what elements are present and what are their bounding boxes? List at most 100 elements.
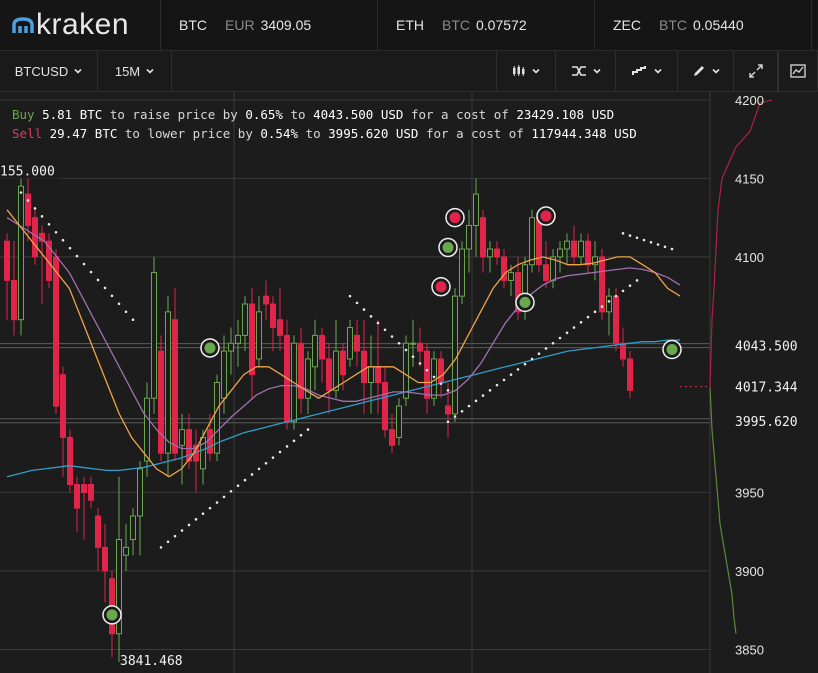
psar-dot xyxy=(103,286,107,290)
candle-body xyxy=(557,248,563,258)
chart-type-dropdown[interactable] xyxy=(496,51,556,91)
pair-dropdown[interactable]: BTCUSD xyxy=(0,51,98,91)
buy-label: Buy xyxy=(12,107,35,122)
candle-body xyxy=(179,429,185,446)
sell-pct: 0.54% xyxy=(260,126,299,141)
ticker-btc[interactable]: BTC EUR 3409.05 xyxy=(160,0,377,50)
chevron-down-icon xyxy=(74,68,82,74)
buy-signal-dot xyxy=(106,609,118,621)
candle-body xyxy=(95,515,101,548)
candle-body xyxy=(298,342,304,399)
psar-dot xyxy=(19,191,23,194)
psar-dot xyxy=(47,222,51,226)
psar-dot xyxy=(54,230,58,234)
price-tick-label: 4200 xyxy=(735,93,764,108)
candle-body xyxy=(172,319,178,454)
candle-body xyxy=(417,342,423,352)
candle-body xyxy=(312,334,318,368)
psar-dot xyxy=(131,318,135,321)
candle-body xyxy=(333,350,339,391)
ticker-eth[interactable]: ETH BTC 0.07572 xyxy=(377,0,594,50)
psar-dot xyxy=(68,246,72,250)
candle-body xyxy=(347,327,353,360)
candle-body xyxy=(151,272,157,399)
price-level-label: 3995.620 xyxy=(735,415,798,430)
psar-dot xyxy=(551,341,555,345)
candle-body xyxy=(242,303,248,336)
candle-body xyxy=(466,224,472,250)
sell-cost-text: for a cost of xyxy=(425,126,524,141)
psar-dot xyxy=(110,294,114,298)
buy-action: to raise price by xyxy=(109,107,238,122)
buy-pct: 0.65% xyxy=(245,107,283,122)
candle-body xyxy=(410,342,416,345)
indicators-dropdown[interactable] xyxy=(556,51,616,91)
psar-dot xyxy=(432,375,436,379)
psar-dot xyxy=(96,278,100,282)
psar-dot xyxy=(194,518,198,521)
interval-label: 15M xyxy=(114,63,141,79)
price-tick-label: 3950 xyxy=(735,485,764,500)
buy-cost: 23429.108 USD xyxy=(516,107,615,122)
psar-dot xyxy=(656,243,660,246)
psar-dot xyxy=(635,279,639,282)
screenshot-button[interactable] xyxy=(778,51,818,91)
candle-body xyxy=(270,303,276,329)
psar-dot xyxy=(614,294,618,298)
candle-body xyxy=(396,405,402,438)
candle-body xyxy=(368,366,374,384)
ticker-quote: BTC xyxy=(659,17,687,33)
candle-body xyxy=(88,484,94,501)
chart-canvas[interactable]: 4200 4150 4100 3950 3900 3850 4043.500 4017.344… xyxy=(0,92,818,673)
buy-to: to xyxy=(290,107,306,122)
line-style-dropdown[interactable] xyxy=(616,51,678,91)
psar-dot xyxy=(306,428,310,431)
sell-target: 3995.620 USD xyxy=(328,126,419,141)
candle-body xyxy=(200,436,206,470)
psar-dot xyxy=(509,373,513,376)
psar-dot xyxy=(61,238,65,242)
candle-body xyxy=(487,248,493,258)
chevron-down-icon xyxy=(146,68,154,74)
chevron-down-icon xyxy=(532,68,540,74)
psar-dot xyxy=(481,394,485,397)
drawing-tools-dropdown[interactable] xyxy=(678,51,734,91)
candle-body xyxy=(564,240,570,250)
buy-signal-dot xyxy=(204,342,216,354)
candle-body xyxy=(60,374,66,438)
ticker-zec[interactable]: ZEC BTC 0.05440 xyxy=(594,0,812,50)
price-tick-label: 3900 xyxy=(735,564,764,579)
candle-body xyxy=(53,256,59,407)
psar-dot xyxy=(607,300,611,303)
brand-name: kraken xyxy=(36,8,130,41)
psar-dot xyxy=(446,389,450,392)
psar-dot xyxy=(40,215,44,218)
psar-dot xyxy=(229,489,233,493)
psar-dot xyxy=(649,240,653,244)
candle-body xyxy=(620,342,626,360)
psar-dot xyxy=(460,409,464,413)
expand-icon xyxy=(748,64,763,78)
psar-dot xyxy=(355,301,359,305)
top-bar: kraken BTC EUR 3409.05 ETH BTC 0.07572 Z… xyxy=(0,0,818,51)
fullscreen-button[interactable] xyxy=(734,51,778,91)
candle-body xyxy=(585,240,591,266)
psar-dot xyxy=(201,512,205,516)
psar-dot xyxy=(446,420,450,424)
candle-body xyxy=(375,366,381,384)
candle-body xyxy=(221,350,227,399)
buy-amount: 5.81 BTC xyxy=(42,107,103,122)
brand-logo[interactable]: kraken xyxy=(0,0,160,50)
candle-body xyxy=(18,185,24,321)
psar-dot xyxy=(173,534,177,538)
chevron-down-icon xyxy=(592,68,601,74)
candle-body xyxy=(571,240,577,258)
psar-dot xyxy=(264,461,268,465)
candle-body xyxy=(508,272,514,281)
candle-body xyxy=(459,248,465,297)
psar-dot xyxy=(488,389,492,392)
psar-dot xyxy=(75,254,79,258)
price-chart[interactable]: 4200 4150 4100 3950 3900 3850 4043.500 4017.344… xyxy=(0,92,818,673)
interval-dropdown[interactable]: 15M xyxy=(98,51,172,91)
indicators-icon xyxy=(571,66,586,76)
